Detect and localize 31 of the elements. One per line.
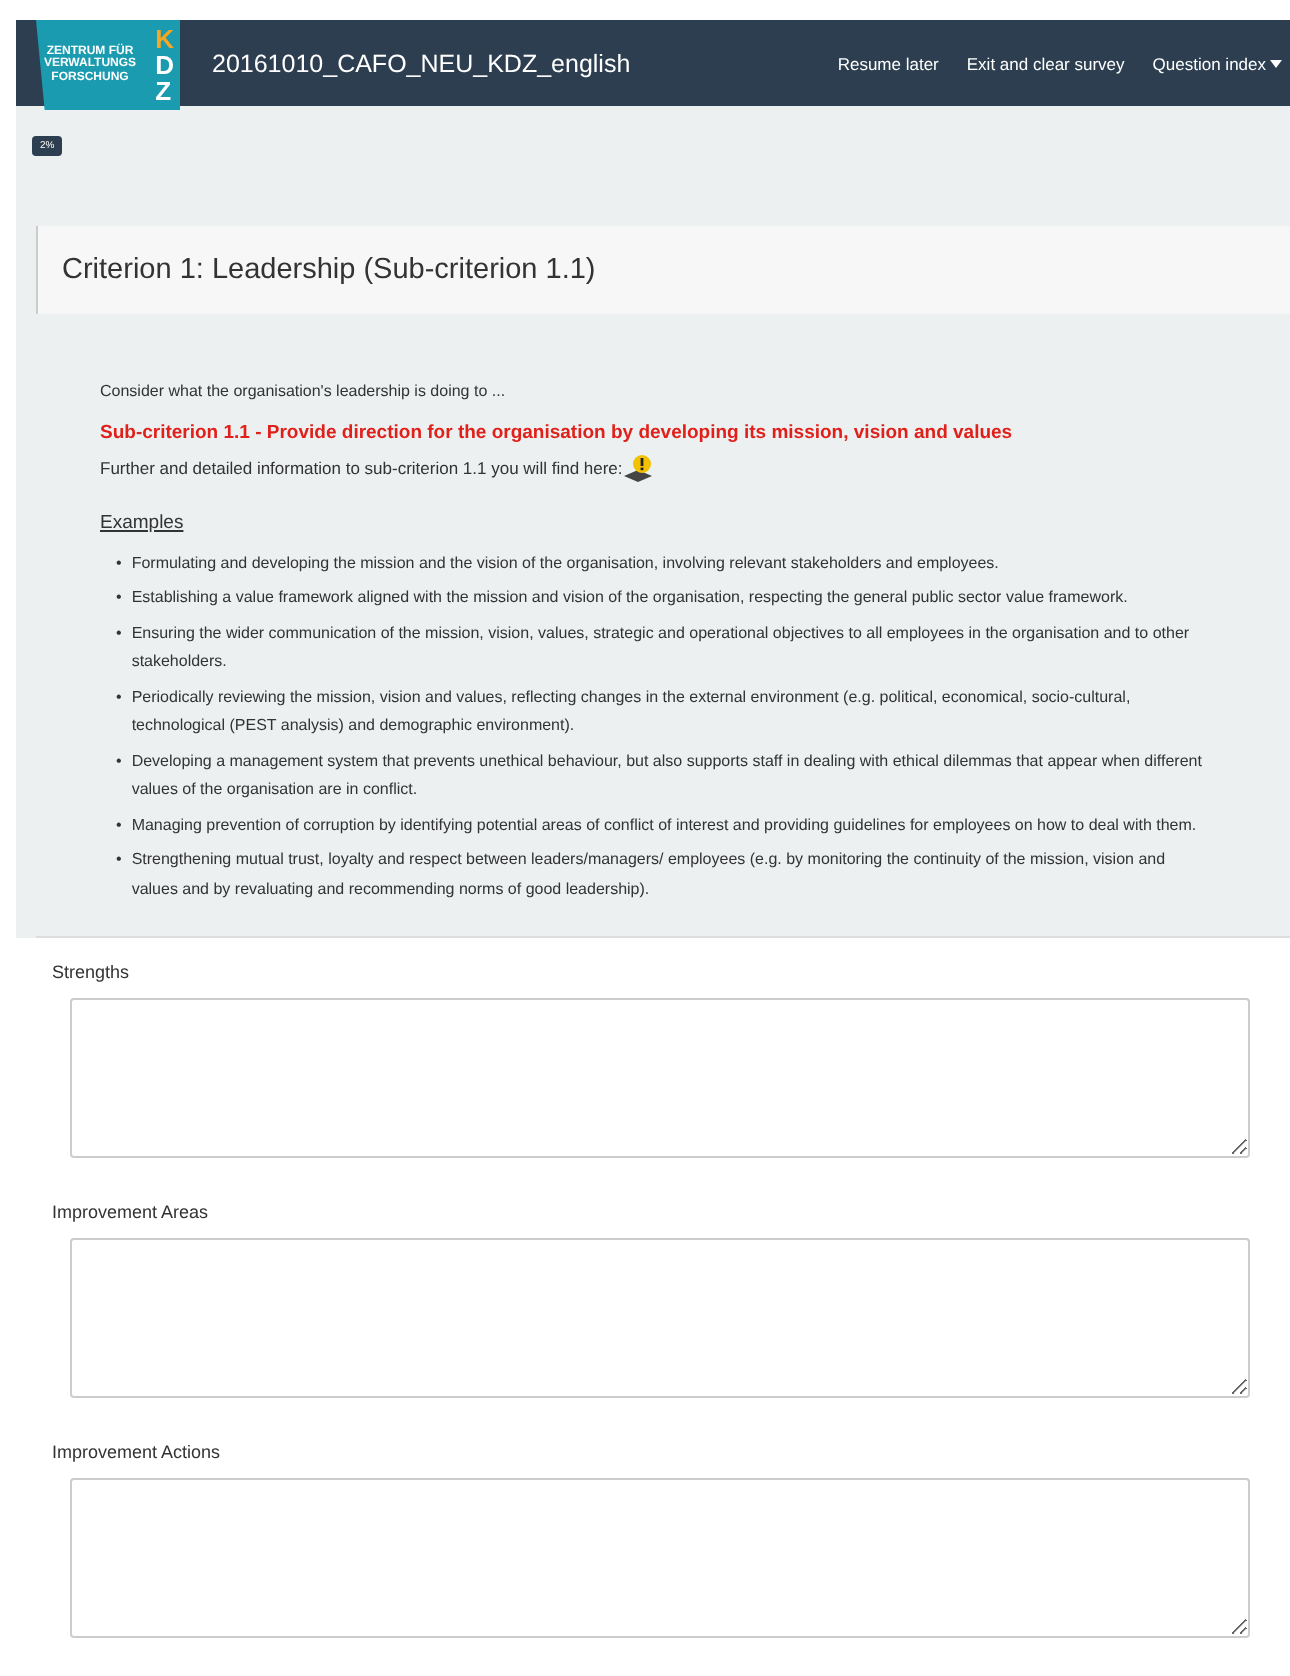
- answer-field[interactable]: [70, 1237, 1250, 1397]
- survey-title: 20161010_CAFO_NEU_KDZ_english: [212, 49, 633, 77]
- group-title: Criterion 1: Leadership (Sub-criterion 1.1): [36, 226, 1290, 314]
- example-item: Establishing a value framework aligned with the mission and vision of the organisation, respecting the general public sector value framework.: [131, 586, 1128, 610]
- example-item: Strengthening mutual trust, loyalty and respect between leaders/managers/ employees (e.g. by monitoring the continuity of the mission, vision and values and by revaluating and recommending norms of good leadership).: [131, 848, 1168, 902]
- nav-link[interactable]: Exit and clear survey: [966, 53, 1125, 73]
- subcriterion-title: Sub-criterion 1.1 - Provide direction for the organisation by developing its mission, vision and values: [100, 422, 1015, 444]
- info-text: Further and detailed information to sub-criterion 1.1 you will find here:: [100, 458, 623, 478]
- bullet: •: [116, 621, 122, 645]
- nav-link[interactable]: Resume later: [837, 53, 939, 73]
- bullet: •: [116, 685, 122, 709]
- examples-heading: Examples: [100, 512, 186, 534]
- example-item: Formulating and developing the mission and the vision of the organisation, involving relevant stakeholders and employees.: [131, 551, 999, 576]
- example-item: Periodically reviewing the mission, vision and values, reflecting changes in the external environment (e.g. political, economical, socio-cultural, technological (PEST analysis) and demographic environment).: [131, 685, 1133, 738]
- bullet: •: [116, 848, 122, 872]
- example-item: Managing prevention of corruption by identifying potential areas of conflict of interest and providing guidelines for employees on how to deal with them.: [131, 813, 1197, 838]
- answer-field[interactable]: [70, 997, 1250, 1157]
- bullet: •: [116, 586, 122, 610]
- logo-letters: K D Z: [155, 26, 174, 104]
- bullet: •: [116, 551, 122, 575]
- bullet: •: [116, 749, 122, 773]
- intro-text: Consider what the organisation's leadership is doing to ...: [100, 382, 508, 400]
- question-label: Improvement Actions: [52, 1441, 223, 1461]
- answer-field[interactable]: [70, 1477, 1250, 1637]
- nav-link[interactable]: Question index: [1152, 53, 1282, 73]
- warning-book-icon[interactable]: [622, 452, 655, 484]
- question-label: Strengths: [52, 961, 132, 981]
- bullet: •: [116, 813, 122, 837]
- example-item: Developing a management system that prevents unethical behaviour, but also supports staff in dealing with ethical dilemmas that appear when different values of the organisation are in conflict.: [131, 749, 1202, 802]
- example-item: Ensuring the wider communication of the mission, vision, values, strategic and operational objectives to all employees in the organisation and to other stakeholders.: [131, 621, 1192, 674]
- question-label: Improvement Areas: [52, 1201, 211, 1221]
